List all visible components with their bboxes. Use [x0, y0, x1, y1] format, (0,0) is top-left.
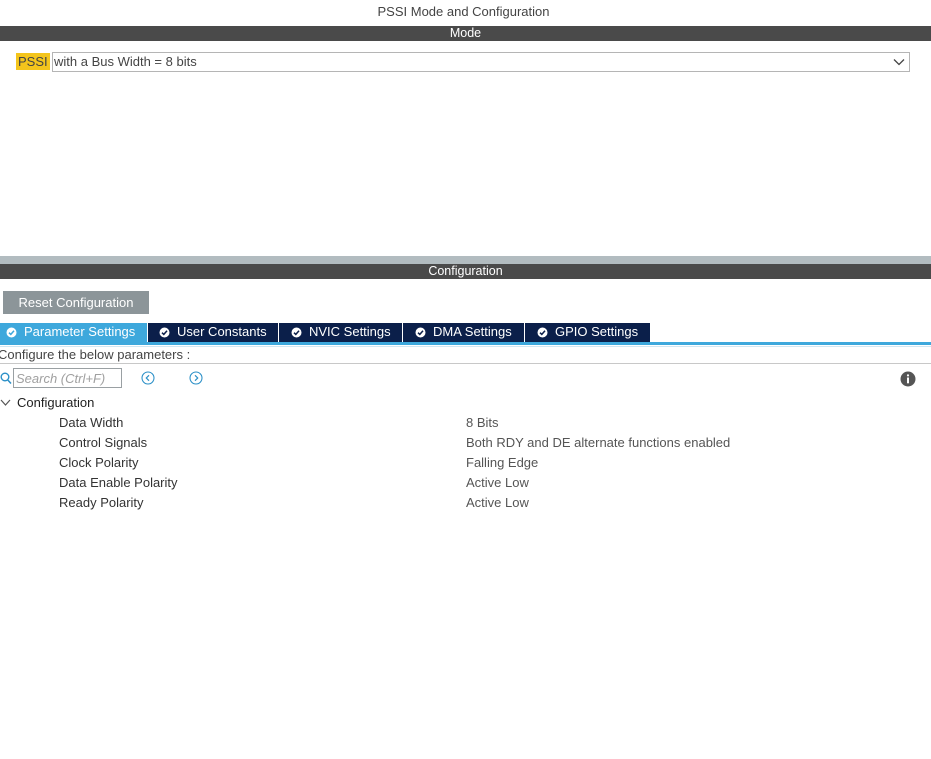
separator: [0, 363, 931, 364]
chevron-down-icon[interactable]: [893, 57, 905, 67]
param-name: Data Enable Polarity: [59, 475, 178, 490]
info-icon[interactable]: [900, 371, 916, 387]
param-value[interactable]: Active Low: [466, 475, 529, 490]
tab-label: User Constants: [177, 324, 267, 339]
tree-group-configuration[interactable]: Configuration: [17, 395, 94, 410]
window-title: PSSI Mode and Configuration: [377, 4, 550, 19]
param-row[interactable]: Control Signals Both RDY and DE alternat…: [0, 435, 931, 455]
tab-gpio-settings[interactable]: GPIO Settings: [525, 323, 651, 342]
param-value[interactable]: Falling Edge: [466, 455, 538, 470]
mode-select-value: with a Bus Width = 8 bits: [54, 54, 197, 69]
param-value[interactable]: 8 Bits: [466, 415, 499, 430]
tab-nvic-settings[interactable]: NVIC Settings: [279, 323, 403, 342]
circle-chevron-right-icon[interactable]: [189, 371, 203, 385]
param-name: Ready Polarity: [59, 495, 144, 510]
param-row[interactable]: Data Width 8 Bits: [0, 415, 931, 435]
search-input[interactable]: [13, 368, 122, 388]
tab-label: NVIC Settings: [309, 324, 391, 339]
param-row[interactable]: Clock Polarity Falling Edge: [0, 455, 931, 475]
mode-section-header: Mode: [0, 26, 931, 41]
tab-label: Parameter Settings: [24, 324, 136, 339]
param-value[interactable]: Both RDY and DE alternate functions enab…: [466, 435, 730, 450]
configuration-section-header: Configuration: [0, 264, 931, 279]
param-name: Clock Polarity: [59, 455, 139, 470]
mode-select[interactable]: with a Bus Width = 8 bits: [52, 52, 910, 72]
instructions-text: Configure the below parameters :: [0, 347, 191, 362]
tab-label: DMA Settings: [433, 324, 512, 339]
tab-user-constants[interactable]: User Constants: [148, 323, 279, 342]
chevron-down-icon[interactable]: [0, 398, 11, 407]
param-value[interactable]: Active Low: [466, 495, 529, 510]
tab-underline: [0, 342, 931, 345]
check-circle-icon: [159, 327, 170, 338]
tab-label: GPIO Settings: [555, 324, 639, 339]
section-divider[interactable]: [0, 256, 931, 264]
param-row[interactable]: Ready Polarity Active Low: [0, 495, 931, 515]
circle-chevron-left-icon[interactable]: [141, 371, 155, 385]
param-row[interactable]: Data Enable Polarity Active Low: [0, 475, 931, 495]
check-circle-icon: [537, 327, 548, 338]
tab-parameter-settings[interactable]: Parameter Settings: [0, 323, 148, 342]
search-icon: [0, 372, 12, 385]
check-circle-icon: [291, 327, 302, 338]
mode-label: PSSI: [16, 53, 50, 70]
tab-dma-settings[interactable]: DMA Settings: [403, 323, 525, 342]
reset-configuration-button[interactable]: Reset Configuration: [3, 291, 149, 314]
param-name: Control Signals: [59, 435, 148, 450]
check-circle-icon: [415, 327, 426, 338]
param-name: Data Width: [59, 415, 124, 430]
check-circle-icon: [6, 327, 17, 338]
